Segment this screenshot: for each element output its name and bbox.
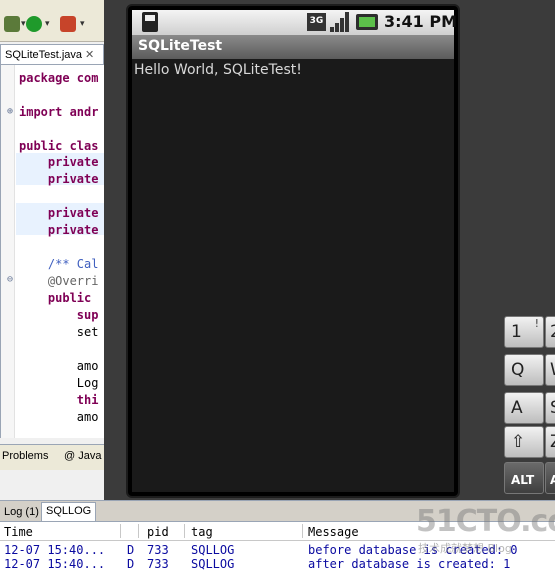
editor-tab-sqlitetest[interactable]: SQLiteTest.java ✕ — [0, 44, 104, 64]
code-line: package com — [19, 71, 99, 85]
code-line: private — [19, 155, 99, 169]
tab-javadoc[interactable]: @ Java — [64, 450, 101, 462]
tab-log[interactable]: Log (1) — [0, 504, 43, 522]
sd-card-icon — [142, 12, 158, 32]
emulator-keyboard: 1! 2 Q W A S ⇧ Z ALT ALT — [504, 316, 555, 500]
code-editor[interactable]: ⊕ ⊖ package com import andr public clas … — [0, 64, 104, 438]
code-line: private — [19, 223, 99, 237]
close-icon[interactable]: ✕ — [85, 49, 94, 61]
log-pid: 733 — [147, 543, 169, 557]
column-header-message[interactable]: Message — [308, 525, 359, 539]
key-alt[interactable]: ALT — [504, 462, 544, 494]
editor-tab-label: SQLiteTest.java — [5, 49, 83, 61]
code-line: public clas — [19, 139, 99, 153]
key-a[interactable]: A — [504, 392, 544, 424]
tab-javadoc-label: Java — [78, 450, 102, 462]
run-icon[interactable] — [26, 16, 42, 32]
status-clock: 3:41 PM — [384, 12, 458, 31]
editor-gutter — [1, 65, 15, 438]
key-1[interactable]: 1! — [504, 316, 544, 348]
column-divider[interactable] — [120, 524, 121, 538]
code-line: public — [19, 291, 99, 305]
site-watermark: 51CTO.com — [416, 504, 555, 539]
app-title: SQLiteTest — [138, 38, 223, 54]
key-sup-label: ! — [534, 317, 539, 330]
log-level: D — [127, 557, 135, 571]
key-z[interactable]: Z — [545, 426, 555, 458]
battery-icon — [356, 14, 378, 30]
code-line: /** Cal — [19, 257, 99, 271]
code-line: private — [19, 172, 99, 186]
key-q[interactable]: Q — [504, 354, 544, 386]
key-shift[interactable]: ⇧ — [504, 426, 544, 458]
log-pid: 733 — [147, 557, 169, 571]
key-alt-right[interactable]: ALT — [545, 462, 555, 494]
chevron-down-icon[interactable]: ▾ — [45, 19, 50, 29]
code-line: amo — [19, 410, 99, 424]
code-line: Log — [19, 376, 99, 390]
column-header-tag[interactable]: tag — [191, 525, 213, 539]
site-watermark-subtitle: 技术成就梦想 Blog — [418, 542, 512, 555]
tab-sqllog[interactable]: SQLLOG — [41, 502, 97, 522]
chevron-down-icon[interactable]: ▾ — [21, 19, 26, 29]
ide-editor-pane: ▾ ▾ ▾ SQLiteTest.java ✕ ⊕ ⊖ package com i… — [0, 0, 104, 500]
log-time: 12-07 15:40... — [4, 557, 106, 571]
debug-icon[interactable] — [4, 16, 20, 32]
code-line: @Overri — [19, 274, 99, 288]
code-line: amo — [19, 359, 99, 373]
code-line: set — [19, 325, 99, 339]
key-label: 1 — [511, 322, 522, 342]
views-tab-bar: Problems @ Java — [0, 444, 104, 470]
code-line: private — [19, 206, 99, 220]
log-time: 12-07 15:40... — [4, 543, 106, 557]
code-line: sup — [19, 308, 99, 322]
key-2[interactable]: 2 — [545, 316, 555, 348]
code-line: import andr — [19, 105, 99, 119]
column-divider[interactable] — [302, 524, 303, 538]
column-divider[interactable] — [184, 524, 185, 538]
external-tools-icon[interactable] — [60, 16, 76, 32]
hello-text: Hello World, SQLiteTest! — [134, 62, 302, 78]
log-tag: SQLLOG — [191, 557, 235, 571]
tab-problems[interactable]: Problems — [2, 450, 48, 462]
chevron-down-icon[interactable]: ▾ — [80, 19, 85, 29]
log-tag: SQLLOG — [191, 543, 235, 557]
fold-collapse-icon[interactable]: ⊖ — [7, 273, 13, 287]
signal-strength-icon — [330, 12, 352, 32]
key-s[interactable]: S — [545, 392, 555, 424]
log-level: D — [127, 543, 135, 557]
column-divider[interactable] — [138, 524, 139, 538]
column-header-time[interactable]: Time — [4, 525, 33, 539]
at-icon: @ — [64, 450, 79, 462]
fold-expand-icon[interactable]: ⊕ — [7, 105, 13, 119]
key-w[interactable]: W — [545, 354, 555, 386]
app-content[interactable] — [132, 59, 454, 492]
log-message: after database is created: 1 — [308, 557, 511, 571]
ide-toolbar: ▾ ▾ ▾ — [0, 0, 104, 42]
code-line: thi — [19, 393, 99, 407]
network-type-icon: 3G — [307, 13, 326, 31]
column-header-pid[interactable]: pid — [147, 525, 169, 539]
